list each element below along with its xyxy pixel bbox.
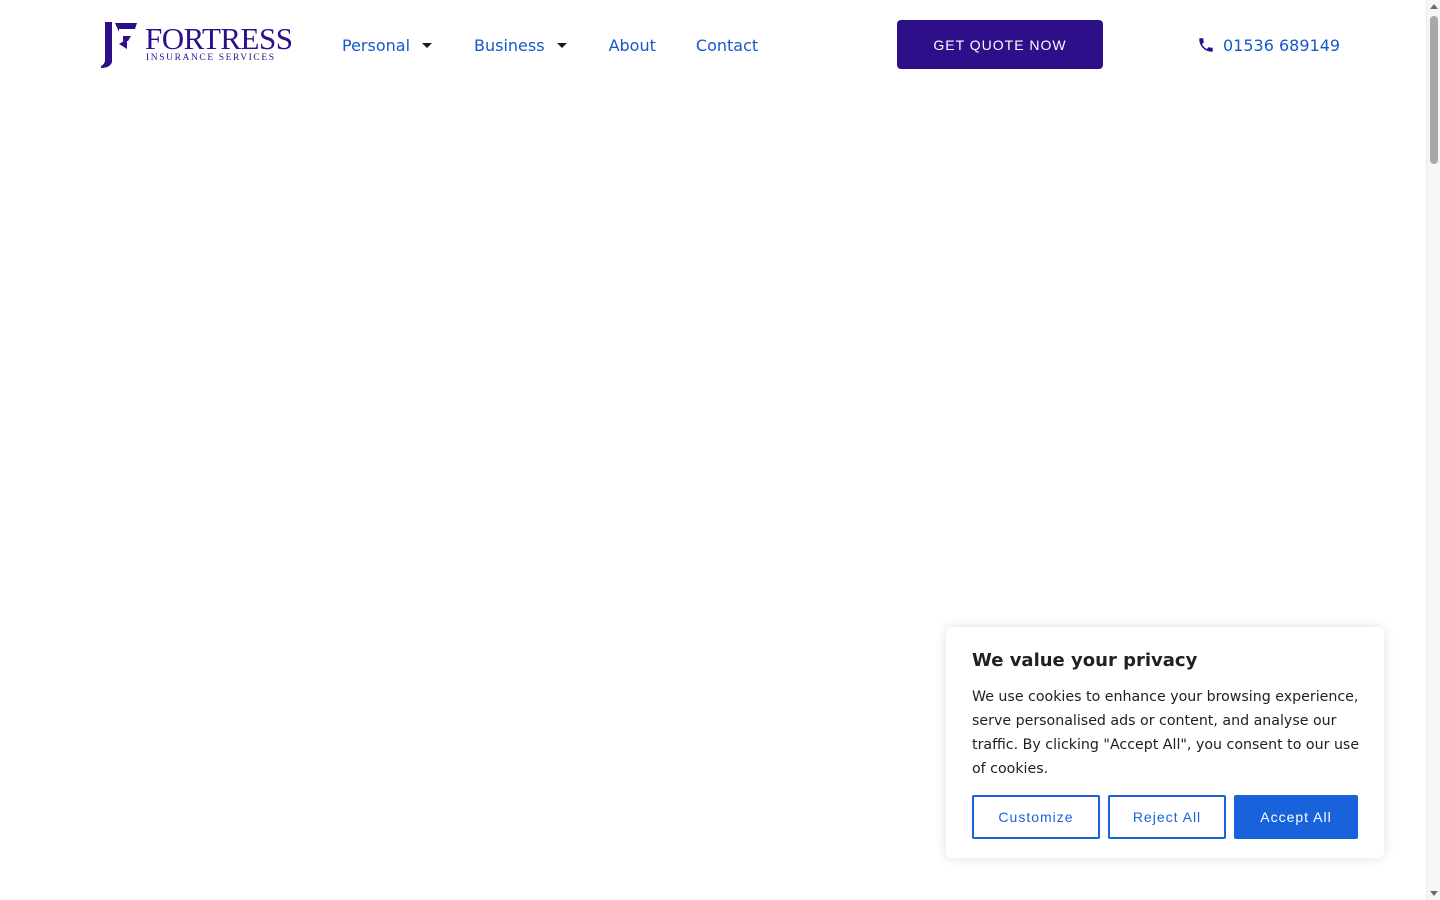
nav-item-contact[interactable]: Contact xyxy=(696,36,758,55)
cookie-buttons: Customize Reject All Accept All xyxy=(972,795,1358,839)
logo-mark-icon xyxy=(101,22,137,68)
cookie-description: We use cookies to enhance your browsing … xyxy=(972,689,1360,777)
main-nav: Personal Business About Contact xyxy=(342,33,758,57)
nav-label-business: Business xyxy=(474,35,545,55)
cookie-title: We value your privacy xyxy=(972,650,1198,671)
caret-down-icon xyxy=(556,42,567,48)
site-header: FORTRESS INSURANCE SERVICES Personal Bus… xyxy=(0,0,1426,90)
caret-down-icon xyxy=(422,42,433,48)
nav-item-business[interactable]: Business xyxy=(474,36,567,55)
cookie-consent-banner: We value your privacy We use cookies to … xyxy=(946,627,1384,858)
nav-item-personal[interactable]: Personal xyxy=(342,35,433,55)
phone-icon xyxy=(1199,38,1213,52)
nav-label-contact: Contact xyxy=(695,35,759,55)
nav-label-personal: Personal xyxy=(342,35,411,55)
reject-all-button[interactable]: Reject All xyxy=(1108,795,1226,839)
logo[interactable]: FORTRESS INSURANCE SERVICES xyxy=(99,22,304,68)
page-scrollbar[interactable] xyxy=(1426,0,1440,900)
phone-link[interactable]: 01536 689149 xyxy=(1197,33,1340,57)
phone-number: 01536 689149 xyxy=(1223,35,1341,55)
nav-item-about[interactable]: About xyxy=(609,36,656,55)
get-quote-button[interactable]: GET QUOTE NOW xyxy=(897,20,1103,69)
nav-label-about: About xyxy=(608,35,656,55)
scroll-up-arrow-icon[interactable] xyxy=(1430,4,1438,9)
scroll-down-arrow-icon[interactable] xyxy=(1430,891,1438,896)
logo-tagline: INSURANCE SERVICES xyxy=(146,53,276,63)
customize-button[interactable]: Customize xyxy=(972,795,1100,839)
accept-all-button[interactable]: Accept All xyxy=(1234,795,1358,839)
logo-text: FORTRESS xyxy=(145,21,293,56)
scrollbar-thumb[interactable] xyxy=(1430,16,1438,164)
